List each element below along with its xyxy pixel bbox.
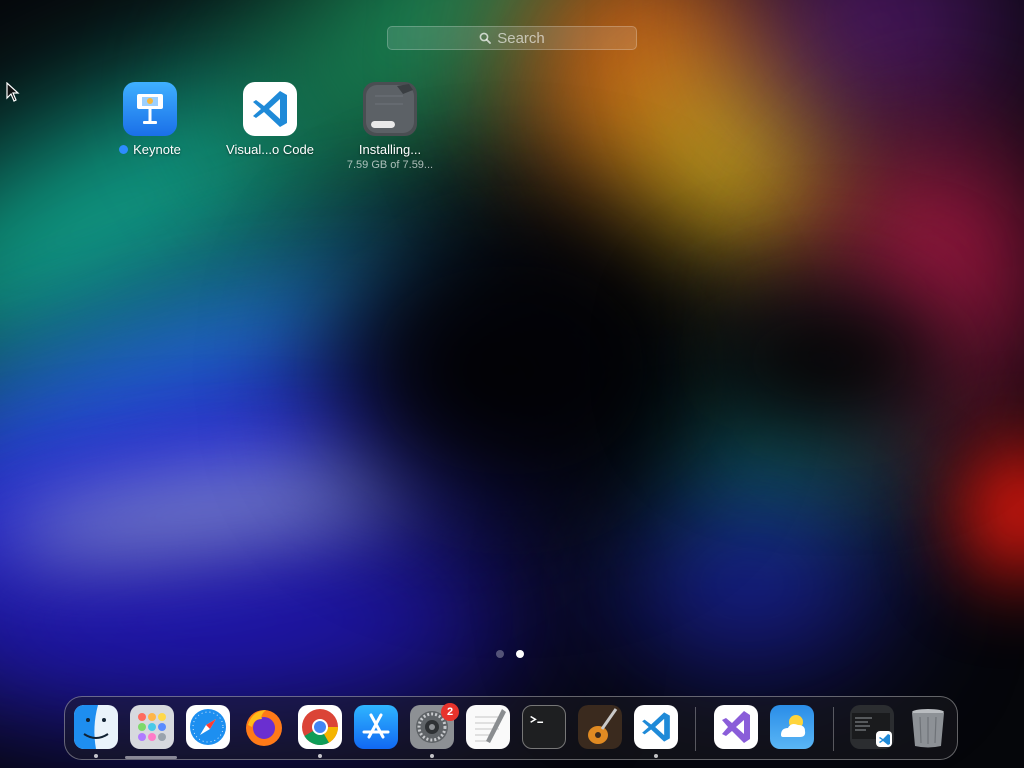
running-indicator [654, 754, 658, 758]
xcode-installing-icon [363, 82, 417, 136]
downloads-stack-icon[interactable] [850, 705, 894, 749]
dock: 2 [64, 696, 958, 760]
app-name: Visual...o Code [226, 142, 314, 157]
dock-separator [833, 707, 834, 751]
running-indicator [318, 754, 322, 758]
launchpad-icon[interactable] [130, 705, 174, 749]
running-indicator [430, 754, 434, 758]
vscode-icon [243, 82, 297, 136]
launchpad-app-vscode[interactable]: Visual...o Code [215, 82, 325, 157]
running-indicator [94, 754, 98, 758]
page-dot-2[interactable] [516, 650, 524, 658]
dock-active-indicator [125, 756, 177, 759]
keynote-icon [123, 82, 177, 136]
textedit-icon[interactable] [466, 705, 510, 749]
garageband-icon[interactable] [578, 705, 622, 749]
search-icon [479, 32, 492, 44]
trash-icon[interactable] [906, 705, 950, 749]
launchpad-app-installing[interactable]: Installing... 7.59 GB of 7.59... [335, 82, 445, 171]
install-progress-text: 7.59 GB of 7.59... [346, 159, 434, 171]
terminal-icon[interactable] [522, 705, 566, 749]
launchpad-search-field[interactable]: Search [387, 26, 637, 50]
page-dot-1[interactable] [496, 650, 504, 658]
app-store-icon[interactable] [354, 705, 398, 749]
new-app-dot [119, 145, 129, 154]
notification-badge: 2 [441, 703, 459, 721]
vscode-icon[interactable] [634, 705, 678, 749]
visual-studio-icon[interactable] [714, 705, 758, 749]
mouse-pointer-icon [6, 82, 20, 102]
app-name: Keynote [133, 142, 181, 157]
launchpad-app-keynote[interactable]: Keynote [95, 82, 205, 157]
search-placeholder: Search [497, 29, 545, 47]
weather-icon[interactable] [770, 705, 814, 749]
dock-separator [695, 707, 696, 751]
app-name: Installing... [358, 142, 422, 157]
chrome-icon[interactable] [298, 705, 342, 749]
finder-icon[interactable] [74, 705, 118, 749]
firefox-icon[interactable] [242, 705, 286, 749]
page-indicator [496, 650, 524, 658]
safari-icon[interactable] [186, 705, 230, 749]
